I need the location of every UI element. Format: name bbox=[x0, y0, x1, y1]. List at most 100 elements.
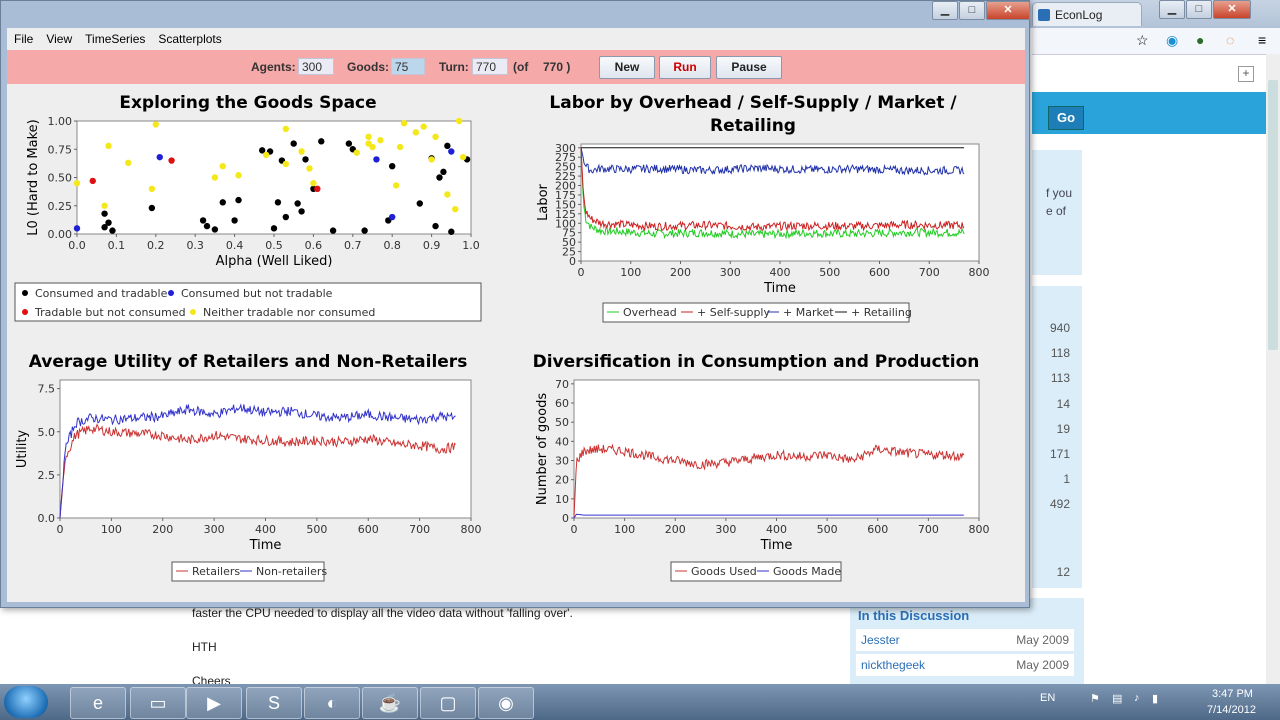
refresh-ext-icon[interactable]: ◌ bbox=[1226, 32, 1234, 48]
menu-icon[interactable]: ≡ bbox=[1258, 32, 1266, 48]
y-axis-label: L0 (Hard to Make) bbox=[26, 119, 41, 235]
scatter-point bbox=[219, 163, 226, 170]
close-icon[interactable]: ✕ bbox=[1213, 0, 1251, 19]
x-tick-label: 600 bbox=[869, 266, 890, 279]
scatter-point bbox=[420, 123, 427, 130]
folder-icon[interactable]: ▭ bbox=[130, 687, 186, 719]
scatter-point bbox=[365, 133, 372, 141]
scatter-point bbox=[101, 210, 108, 217]
legend-marker bbox=[22, 290, 28, 296]
discussion-user[interactable]: nickthegeek bbox=[861, 654, 925, 676]
globe-icon[interactable]: ◐ bbox=[304, 687, 360, 719]
clock-time[interactable]: 3:47 PM bbox=[1212, 688, 1253, 700]
scrollbar-thumb[interactable] bbox=[1268, 80, 1278, 350]
y-axis-label: Utility bbox=[15, 430, 30, 469]
discussion-row[interactable]: Jesster May 2009 bbox=[856, 629, 1074, 651]
x-axis-label: Time bbox=[249, 538, 282, 553]
legend-label: Overhead bbox=[623, 306, 677, 319]
x-tick-label: 0.1 bbox=[108, 239, 126, 252]
x-tick-label: 500 bbox=[817, 523, 838, 536]
scatter-point bbox=[235, 196, 242, 204]
browser-tab[interactable]: EconLog bbox=[1032, 2, 1142, 26]
volume-icon[interactable]: ♪ bbox=[1134, 692, 1140, 704]
x-tick-label: 200 bbox=[665, 523, 686, 536]
start-button[interactable] bbox=[4, 686, 48, 718]
clock-date[interactable]: 7/14/2012 bbox=[1207, 704, 1256, 716]
count-value: 1 bbox=[1063, 472, 1070, 486]
x-tick-label: 0.8 bbox=[383, 239, 401, 252]
scatter-point bbox=[73, 179, 81, 187]
scatter-point bbox=[432, 133, 439, 141]
charts-svg: Exploring the Goods Space 0.0 0.1 0.2 0.3 0.4… bbox=[14, 93, 990, 582]
chart-title: Average Utility of Retailers and Non-Ret… bbox=[29, 352, 468, 372]
maximize-icon[interactable]: □ bbox=[1186, 0, 1212, 19]
x-tick-label: 600 bbox=[358, 523, 379, 536]
y-tick-label: 60 bbox=[555, 397, 569, 410]
y-tick-label: 0.50 bbox=[48, 172, 73, 185]
y-tick-label: 0.00 bbox=[48, 228, 73, 241]
scatter-point bbox=[448, 148, 455, 155]
media-player-icon[interactable]: ▶ bbox=[186, 687, 242, 719]
ie-icon[interactable]: e bbox=[70, 687, 126, 719]
scatter-point bbox=[203, 222, 211, 230]
discussion-user[interactable]: Jesster bbox=[861, 629, 900, 651]
window-icon[interactable]: ▢ bbox=[420, 687, 476, 719]
discussion-title: In this Discussion bbox=[858, 608, 970, 623]
y-tick-label: 10 bbox=[555, 493, 569, 506]
scatter-point bbox=[436, 174, 443, 181]
scatter-point bbox=[101, 202, 108, 209]
scatter-point bbox=[290, 140, 297, 147]
scatter-point bbox=[452, 205, 459, 213]
x-tick-label: 400 bbox=[766, 523, 787, 536]
count-value: 113 bbox=[1050, 371, 1070, 385]
plot-area bbox=[573, 379, 980, 519]
x-tick-label: 200 bbox=[670, 266, 691, 279]
scatter-point bbox=[302, 156, 309, 163]
legend-label: Consumed but not tradable bbox=[181, 287, 333, 300]
scatter-point bbox=[448, 228, 455, 235]
scatter-point bbox=[353, 149, 360, 156]
scatter-point bbox=[377, 137, 384, 144]
network-icon[interactable]: ▤ bbox=[1112, 692, 1122, 705]
chrome-icon[interactable]: ◉ bbox=[478, 687, 534, 719]
count-value: 940 bbox=[1049, 321, 1070, 335]
x-tick-label: 300 bbox=[204, 523, 225, 536]
legend-label: Consumed and tradable bbox=[35, 287, 168, 300]
x-tick-label: 0.5 bbox=[265, 239, 283, 252]
chart-title: Labor by Overhead / Self-Supply / Market… bbox=[549, 93, 957, 113]
scatter-point bbox=[396, 143, 404, 151]
java-icon[interactable]: ☕ bbox=[362, 687, 418, 719]
minimize-icon[interactable]: ▁ bbox=[1159, 0, 1185, 19]
scatter-point bbox=[152, 121, 159, 128]
x-axis-label: Time bbox=[763, 281, 796, 296]
browser-window-controls: ▁ □ ✕ bbox=[1158, 0, 1251, 19]
scatter-point bbox=[373, 156, 380, 163]
language-indicator[interactable]: EN bbox=[1040, 692, 1055, 704]
extension-icon[interactable]: ● bbox=[1196, 32, 1204, 48]
new-tab-icon[interactable]: + bbox=[1238, 66, 1254, 82]
discussion-row[interactable]: nickthegeek May 2009 bbox=[856, 654, 1074, 676]
scatter-point bbox=[168, 157, 175, 164]
x-axis-label: Alpha (Well Liked) bbox=[216, 254, 333, 269]
scatter-point bbox=[89, 177, 96, 185]
scatter-point bbox=[455, 117, 463, 125]
scatter-point bbox=[345, 140, 353, 147]
x-tick-label: 700 bbox=[409, 523, 430, 536]
star-icon[interactable]: ☆ bbox=[1136, 32, 1149, 49]
y-tick-label: 40 bbox=[555, 435, 569, 448]
x-tick-label: 0 bbox=[571, 523, 578, 536]
x-tick-label: 200 bbox=[152, 523, 173, 536]
go-button[interactable]: Go bbox=[1048, 106, 1084, 130]
y-tick-label: 300 bbox=[555, 142, 576, 155]
app-window: ▁ □ ✕ File View TimeSeries Scatterplots … bbox=[0, 0, 1030, 608]
y-tick-label: 30 bbox=[555, 455, 569, 468]
scatter-point bbox=[361, 227, 368, 234]
flag-icon[interactable]: ⚑ bbox=[1090, 692, 1100, 705]
scatter-point bbox=[109, 227, 116, 234]
battery-icon[interactable]: ▮ bbox=[1152, 692, 1158, 705]
legend-label: + Self-supply bbox=[697, 306, 770, 319]
legend-label: Retailers bbox=[192, 565, 240, 578]
skype-icon[interactable]: S bbox=[246, 687, 302, 719]
skype-ext-icon[interactable]: ◉ bbox=[1166, 32, 1178, 49]
y-axis-label: Labor bbox=[536, 183, 551, 220]
